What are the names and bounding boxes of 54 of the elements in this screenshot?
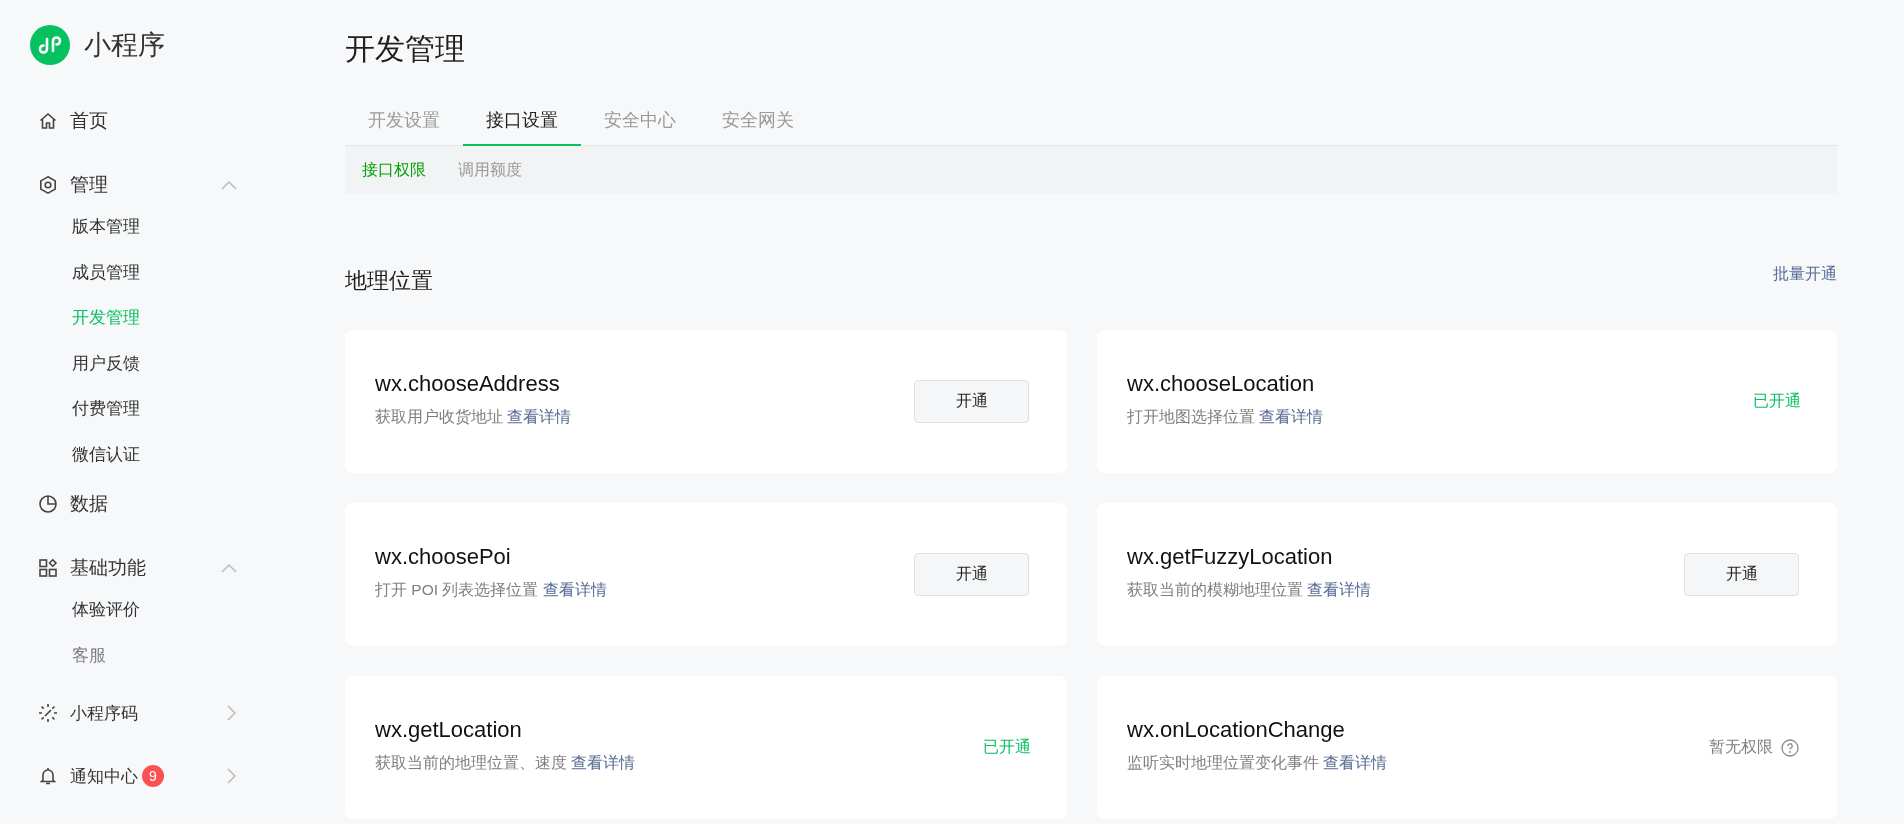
enable-button[interactable]: 开通 [1684, 553, 1799, 596]
enabled-status: 已开通 [983, 738, 1031, 755]
api-description: 打开地图选择位置 查看详情 [1127, 407, 1325, 427]
enabled-status: 已开通 [1753, 392, 1801, 409]
hexagon-icon [38, 175, 58, 195]
api-name: wx.choosePoi [375, 544, 512, 570]
batch-enable-link[interactable]: 批量开通 [1773, 263, 1837, 285]
chevron-up-icon[interactable] [221, 563, 237, 573]
details-link[interactable]: 查看详情 [542, 581, 607, 598]
details-link[interactable]: 查看详情 [1307, 581, 1372, 598]
grid-icon [38, 558, 58, 578]
section-title: 地理位置 [345, 267, 433, 295]
api-description: 获取当前的模糊地理位置 查看详情 [1127, 580, 1373, 600]
page-title: 开发管理 [345, 31, 466, 67]
details-link[interactable]: 查看详情 [507, 408, 572, 425]
nav-subitem[interactable]: 成员管理 [0, 249, 270, 295]
api-description: 监听实时地理位置变化事件 查看详情 [1127, 753, 1389, 773]
help-icon[interactable] [1781, 738, 1799, 757]
api-name: wx.chooseAddress [375, 371, 561, 397]
app-name: 小程序 [84, 29, 165, 62]
chevron-right-icon[interactable] [227, 768, 237, 784]
api-description: 打开 POI 列表选择位置 查看详情 [375, 580, 608, 600]
api-description: 获取用户收货地址 查看详情 [375, 407, 573, 427]
api-name: wx.onLocationChange [1127, 717, 1346, 743]
nav-subitem[interactable]: 客服 [0, 632, 270, 678]
home-icon [38, 111, 58, 131]
api-name: wx.getFuzzyLocation [1127, 544, 1334, 570]
chevron-up-icon[interactable] [221, 180, 237, 190]
nav-item[interactable]: 管理 [0, 168, 270, 202]
pie-chart-icon [38, 494, 58, 514]
enable-button[interactable]: 开通 [914, 553, 1029, 596]
nav-item[interactable]: 数据 [0, 487, 270, 521]
api-name: wx.chooseLocation [1127, 371, 1316, 397]
details-link[interactable]: 查看详情 [1323, 754, 1388, 771]
notification-badge: 9 [142, 765, 164, 787]
nav-subitem[interactable]: 用户反馈 [0, 340, 270, 386]
nav-subitem[interactable]: 体验评价 [0, 587, 270, 633]
details-link[interactable]: 查看详情 [571, 754, 636, 771]
nav-subitem[interactable]: 微信认证 [0, 431, 270, 477]
nav-item[interactable]: 小程序码 [0, 696, 270, 730]
logo-icon [30, 25, 70, 65]
nav-subitem[interactable]: 付费管理 [0, 386, 270, 432]
enable-button[interactable]: 开通 [914, 380, 1029, 423]
no-permission-status: 暂无权限 [1709, 737, 1773, 757]
details-link[interactable]: 查看详情 [1259, 408, 1324, 425]
sparkle-icon [38, 703, 58, 723]
nav-item[interactable]: 基础功能 [0, 551, 270, 585]
chevron-right-icon[interactable] [227, 705, 237, 721]
nav-subitem[interactable]: 版本管理 [0, 204, 270, 250]
bell-icon [38, 766, 58, 786]
api-name: wx.getLocation [375, 717, 523, 743]
api-description: 获取当前的地理位置、速度 查看详情 [375, 753, 637, 773]
nav-item[interactable]: 首页 [0, 104, 270, 138]
nav-item[interactable]: 通知中心 9 [0, 759, 270, 793]
